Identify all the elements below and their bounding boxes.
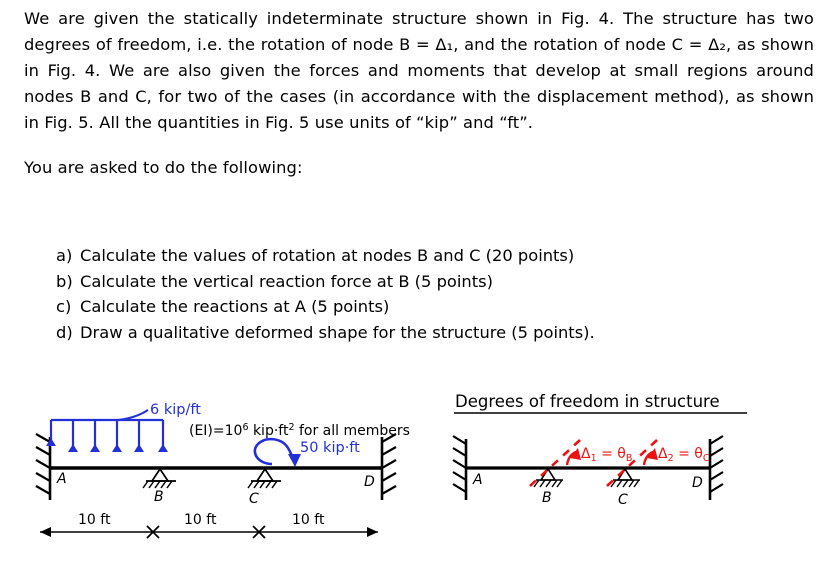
- list-item: c) Calculate the reactions at A (5 point…: [56, 294, 786, 320]
- dof1-label: Δ1 = θB: [581, 446, 632, 464]
- applied-moment-arrow: [253, 437, 301, 467]
- fixed-support-d: [380, 433, 397, 500]
- figures-area: A D B C 6 kip/ft (EI)=106 kip·ft2 for al…: [0, 382, 832, 568]
- list-item: b) Calculate the vertical reaction force…: [56, 269, 786, 295]
- fixed-support-d: [708, 435, 724, 500]
- task-list: a) Calculate the values of rotation at n…: [56, 243, 786, 345]
- list-item-marker: d): [56, 322, 73, 342]
- node-label-d: D: [364, 474, 375, 490]
- node-label-d: D: [692, 475, 703, 491]
- list-item-text: Calculate the values of rotation at node…: [80, 246, 575, 265]
- lead-in-paragraph: You are asked to do the following:: [24, 158, 303, 177]
- node-label-c: C: [618, 492, 628, 508]
- dimension-label-ab: 10 ft: [78, 512, 111, 528]
- pin-support-c: [610, 467, 640, 488]
- list-item: d) Draw a qualitative deformed shape for…: [56, 320, 786, 346]
- list-item-marker: b): [56, 271, 73, 291]
- node-label-a: A: [472, 472, 483, 488]
- dimension-label-cd: 10 ft: [292, 512, 325, 528]
- pin-support-b: [533, 467, 563, 488]
- node-label-b: B: [542, 490, 552, 506]
- list-item: a) Calculate the values of rotation at n…: [56, 243, 786, 269]
- pin-support-b: [142, 467, 176, 489]
- list-item-marker: c): [56, 297, 72, 316]
- dof2-label: Δ2 = θC: [658, 446, 710, 464]
- figure-title: Degrees of freedom in structure: [455, 392, 720, 411]
- list-item-text: Draw a qualitative deformed shape for th…: [80, 322, 595, 342]
- dimension-label-bc: 10 ft: [184, 512, 217, 528]
- list-item-text: Calculate the reactions at A (5 points): [80, 297, 390, 316]
- figure-loaded-beam: A D B C 6 kip/ft (EI)=106 kip·ft2 for al…: [35, 402, 410, 539]
- fixed-support-a: [452, 435, 468, 500]
- list-item-text: Calculate the vertical reaction force at…: [80, 271, 493, 291]
- list-item-marker: a): [56, 246, 73, 265]
- figure-degrees-of-freedom: Degrees of freedom in structure A D B C …: [452, 392, 747, 508]
- pin-support-c: [247, 467, 281, 489]
- distributed-load-label: 6 kip/ft: [150, 402, 201, 418]
- node-label-c: C: [249, 491, 259, 507]
- stiffness-note: (EI)=106 kip·ft2 for all members: [189, 422, 410, 439]
- problem-statement: We are given the statically indeterminat…: [24, 6, 814, 181]
- node-label-b: B: [154, 489, 164, 505]
- node-label-a: A: [56, 471, 67, 487]
- moment-label: 50 kip·ft: [300, 440, 360, 456]
- rotation-indicator-b: [529, 439, 581, 487]
- intro-paragraph: We are given the statically indeterminat…: [24, 9, 814, 132]
